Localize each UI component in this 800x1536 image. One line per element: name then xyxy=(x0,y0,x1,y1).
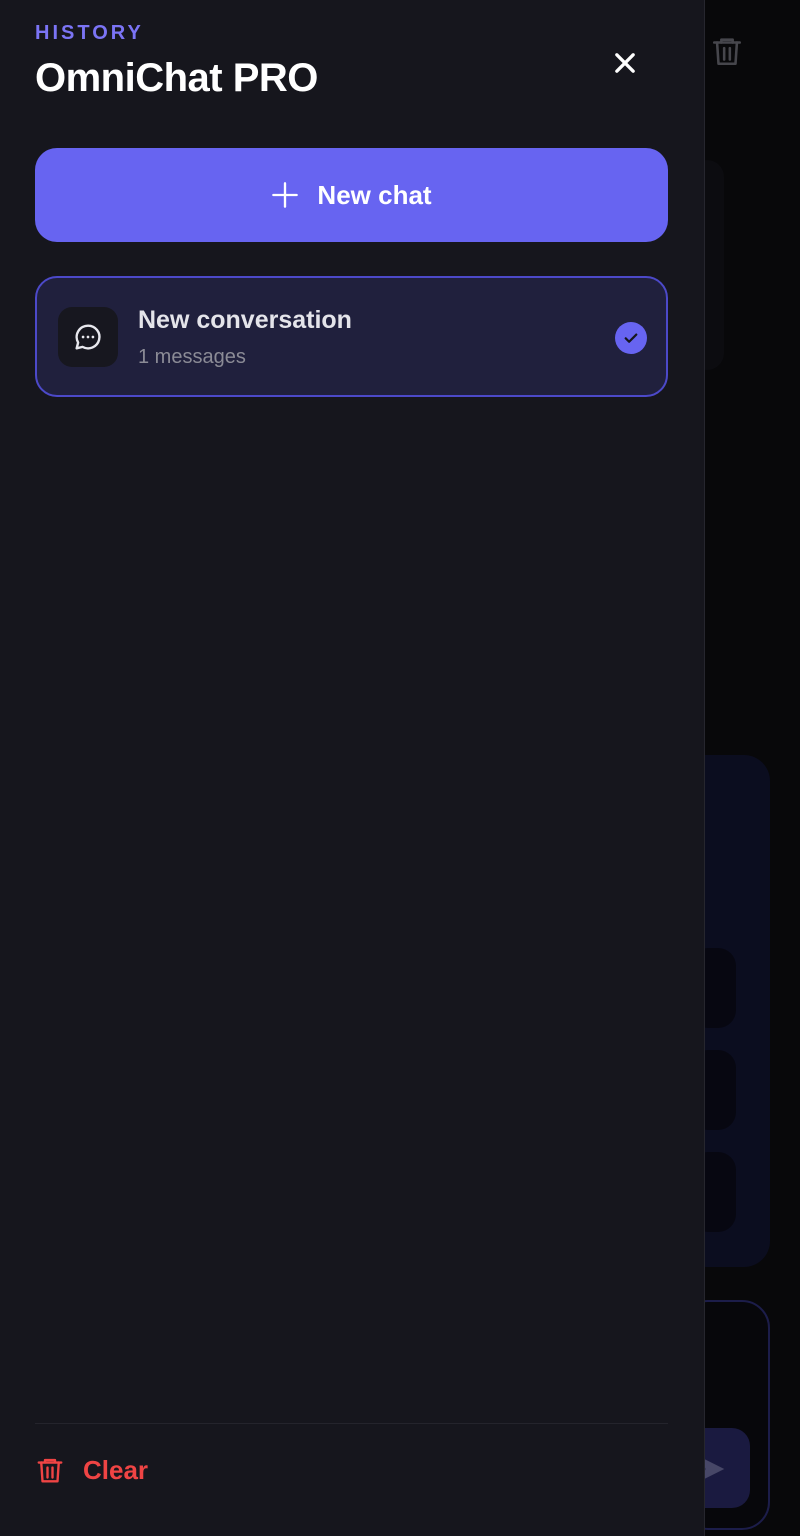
close-button[interactable] xyxy=(604,42,646,84)
new-chat-label: New chat xyxy=(317,179,432,210)
conversation-title: New conversation xyxy=(138,306,352,334)
plus-icon xyxy=(272,182,299,208)
trash-icon xyxy=(37,1458,63,1483)
conversation-icon-box xyxy=(58,307,118,367)
clear-label: Clear xyxy=(83,1454,149,1485)
clear-history-button[interactable]: Clear xyxy=(35,1448,148,1492)
footer-divider xyxy=(35,1423,668,1424)
checkmark-icon xyxy=(624,333,638,343)
chat-bubble-icon xyxy=(75,324,101,350)
new-chat-button[interactable]: New chat xyxy=(35,148,668,242)
conversation-message-count: 1 messages xyxy=(138,346,246,368)
drawer-eyebrow: HISTORY xyxy=(35,22,144,44)
conversation-item[interactable]: New conversation 1 messages xyxy=(35,276,668,397)
drawer-title: OmniChat PRO xyxy=(35,56,318,100)
close-icon xyxy=(615,53,635,73)
history-drawer: HISTORY OmniChat PRO New chat New conver… xyxy=(0,0,705,1536)
trash-icon xyxy=(712,38,742,66)
selected-check-badge xyxy=(615,322,647,354)
